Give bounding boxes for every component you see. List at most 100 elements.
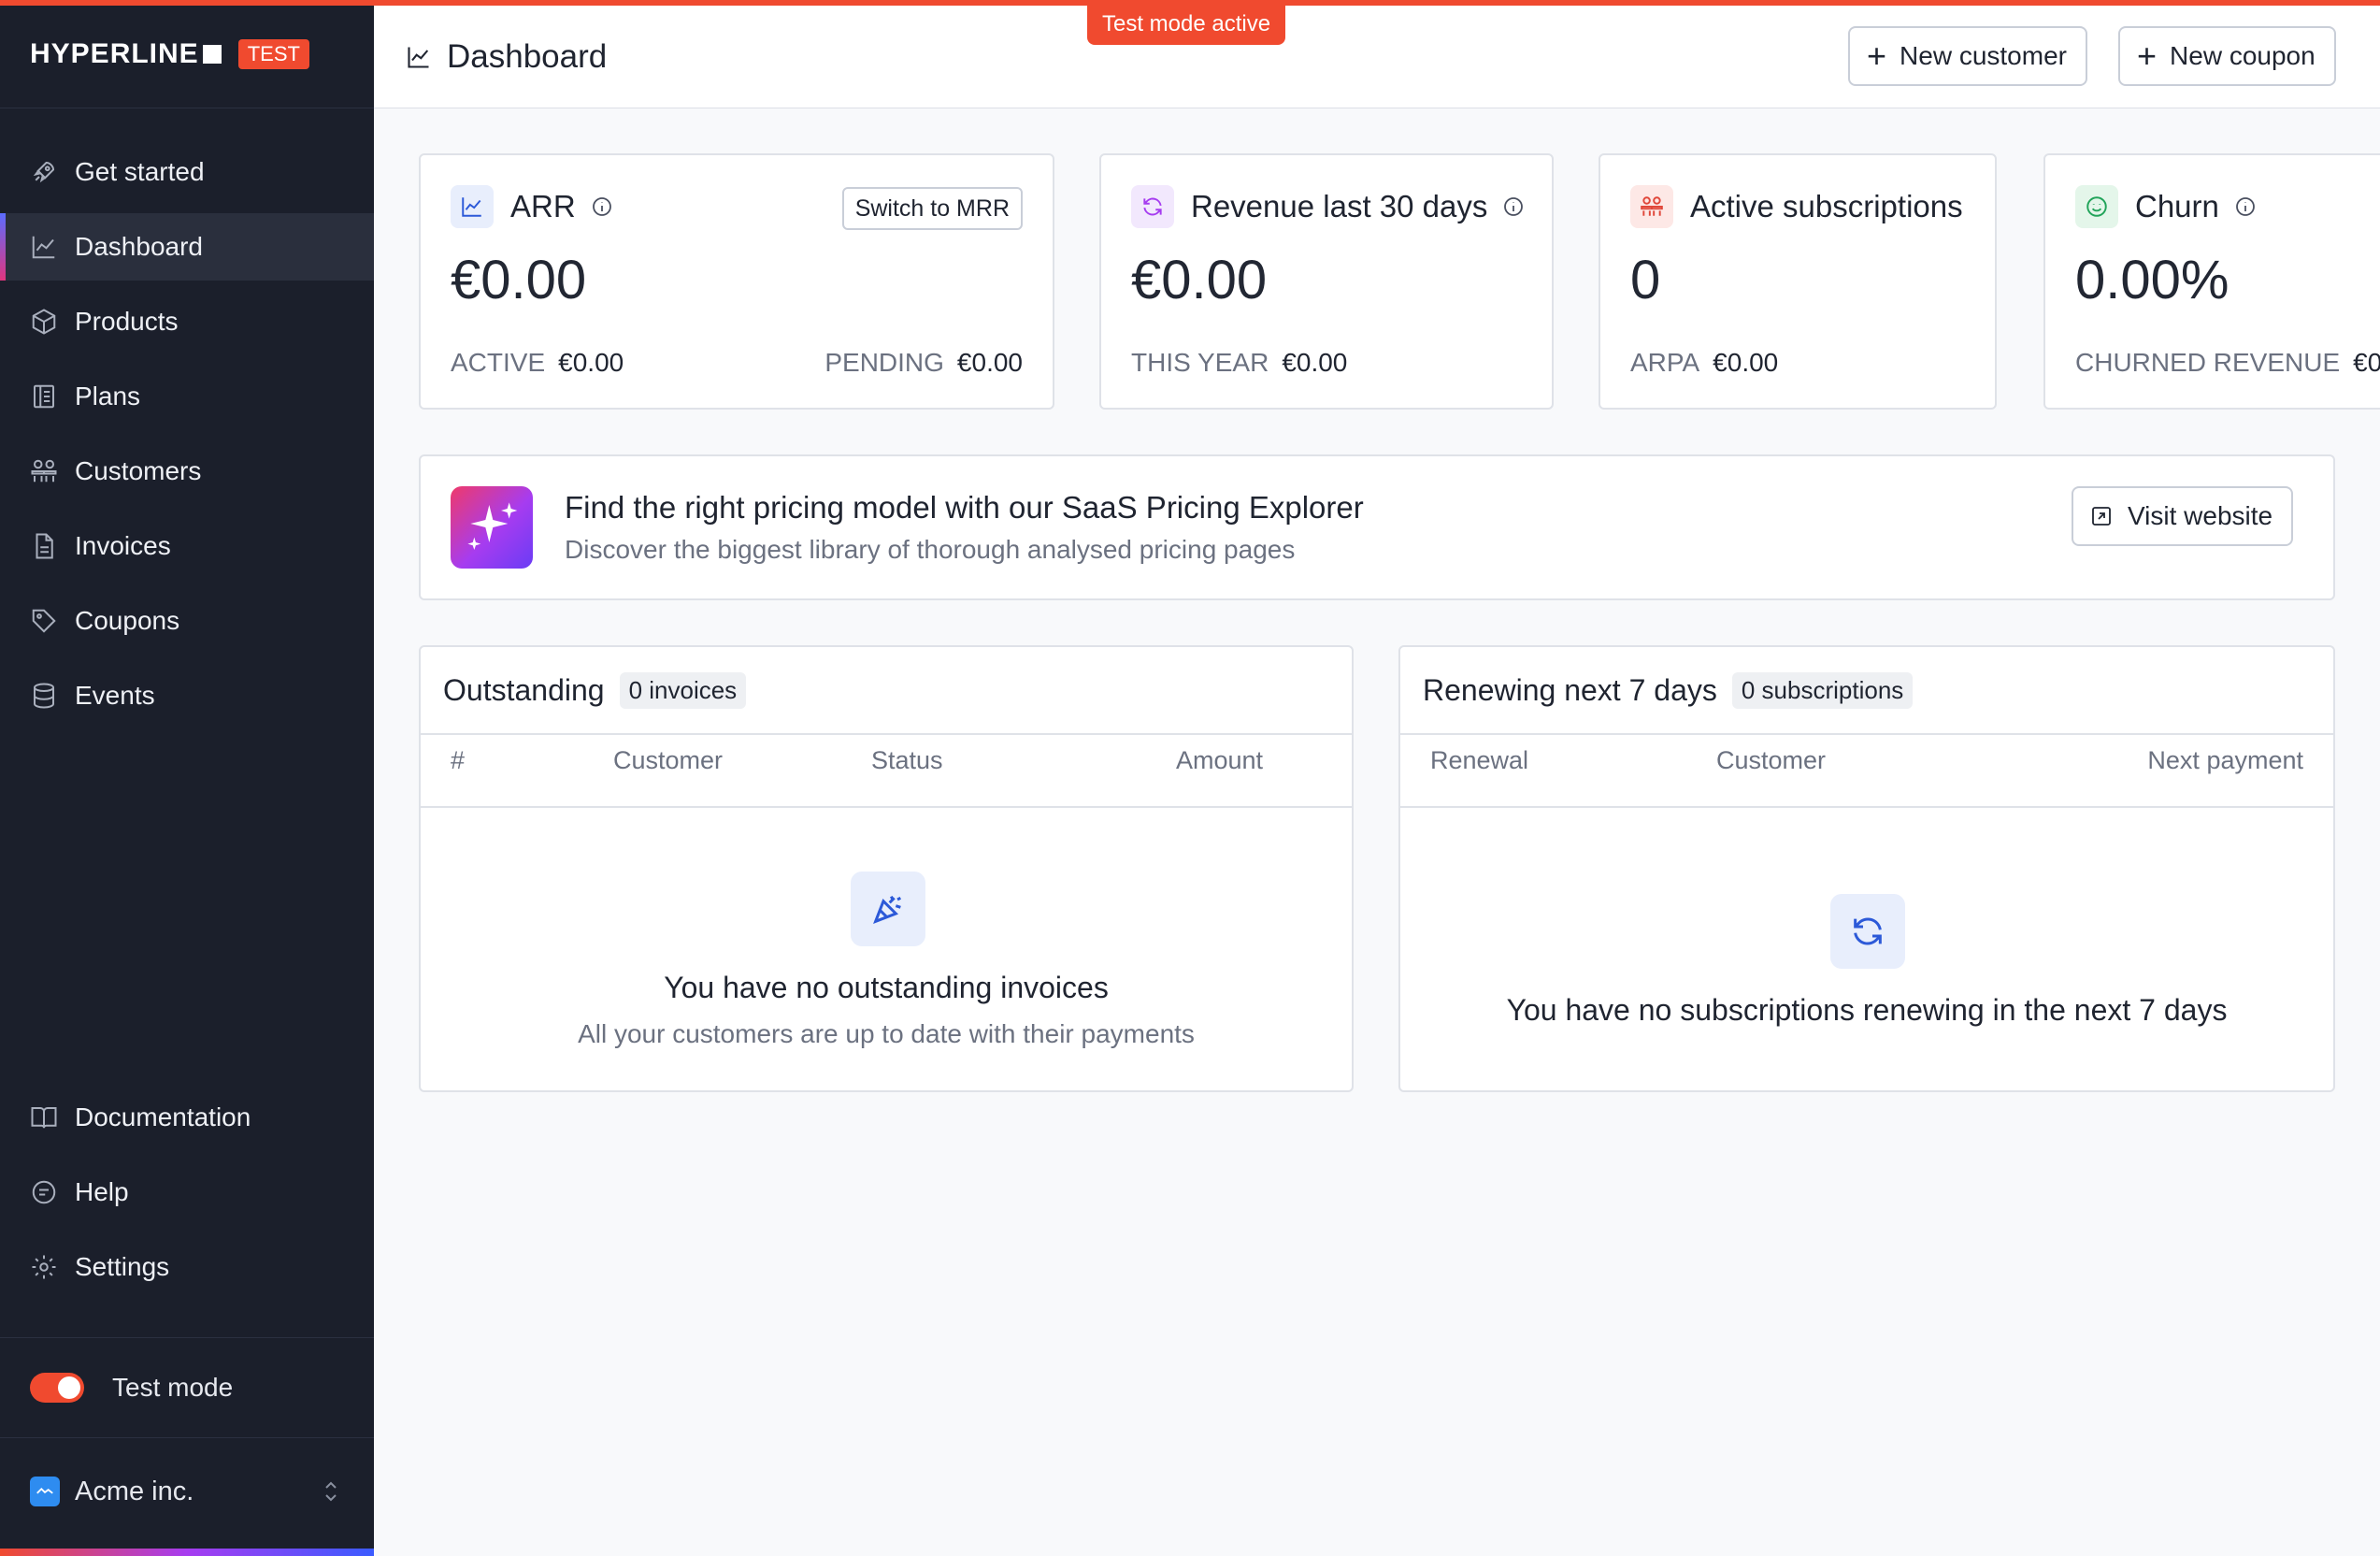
kpi-card-arr: ARR Switch to MRR €0.00 ACTIVE €0.00 PEND…: [419, 153, 1054, 410]
sidebar-item-get-started[interactable]: Get started: [0, 138, 374, 206]
column-header-renewal[interactable]: Renewal: [1430, 746, 1528, 775]
kpi-title-text: Churn: [2135, 189, 2219, 223]
sidebar-item-coupons[interactable]: Coupons: [0, 587, 374, 655]
refresh-icon: [1131, 185, 1174, 228]
book-icon: [31, 1107, 57, 1129]
outstanding-title: Outstanding: [443, 672, 605, 707]
outstanding-panel: Outstanding 0 invoices # Customer Status…: [419, 645, 1354, 1092]
empty-state-title: You have no outstanding invoices: [664, 971, 1109, 1004]
column-header-number[interactable]: #: [451, 746, 465, 775]
sidebar-item-label: Coupons: [75, 606, 180, 635]
kpi-title-revenue: Revenue last 30 days: [1131, 185, 1525, 228]
sidebar-item-help[interactable]: Help: [0, 1162, 374, 1222]
kpi-title-arr: ARR: [451, 185, 613, 228]
chart-line-icon: [451, 185, 494, 228]
kpi-value-churn: 0.00%: [2075, 250, 2229, 310]
sidebar-item-label: Customers: [75, 456, 202, 485]
party-popper-icon: [851, 872, 925, 946]
kpi-year-value: €0.00: [1282, 348, 1348, 377]
sidebar: HYPERLINE TEST Get started Dashboard Pro…: [0, 0, 374, 1556]
switch-to-mrr-button[interactable]: Switch to MRR: [841, 187, 1023, 230]
sidebar-item-plans[interactable]: Plans: [0, 363, 374, 430]
kpi-value-revenue: €0.00: [1131, 250, 1268, 310]
kpi-this-year: THIS YEAR €0.00: [1131, 348, 1347, 378]
sidebar-item-label: Dashboard: [75, 232, 203, 261]
visit-website-label: Visit website: [2128, 501, 2273, 530]
info-icon[interactable]: [591, 195, 613, 218]
kpi-value-arr: €0.00: [451, 250, 587, 310]
org-switcher[interactable]: Acme inc.: [0, 1440, 374, 1543]
plan-icon: [34, 384, 54, 409]
table-divider: [1400, 806, 2333, 808]
new-coupon-label: New coupon: [2170, 41, 2315, 70]
sidebar-item-invoices[interactable]: Invoices: [0, 512, 374, 580]
plus-icon: +: [2137, 36, 2158, 75]
column-header-customer[interactable]: Customer: [613, 746, 723, 775]
brand-logo-text: HYPERLINE: [30, 37, 199, 69]
brand-square-icon: [202, 44, 222, 64]
info-icon[interactable]: [1502, 195, 1525, 218]
sidebar-item-label: Plans: [75, 382, 141, 411]
kpi-churned-label: CHURNED REVENUE: [2075, 348, 2341, 377]
box-icon: [32, 309, 56, 335]
test-mode-row: Test mode: [0, 1337, 374, 1438]
renewing-title: Renewing next 7 days: [1423, 672, 1717, 707]
new-coupon-button[interactable]: + New coupon: [2118, 26, 2336, 86]
sidebar-item-products[interactable]: Products: [0, 288, 374, 355]
new-customer-label: New customer: [1900, 41, 2067, 70]
kpi-title-subscriptions: Active subscriptions: [1630, 185, 1963, 228]
kpi-pending-value: €0.00: [956, 348, 1023, 377]
renewing-header: Renewing next 7 days 0 subscriptions: [1400, 647, 2333, 735]
sidebar-item-customers[interactable]: Customers: [0, 438, 374, 505]
info-icon[interactable]: [2234, 195, 2257, 218]
users-icon: [31, 459, 57, 483]
page-title: Dashboard: [447, 37, 608, 75]
org-name: Acme inc.: [75, 1476, 194, 1506]
users-icon: [1630, 185, 1673, 228]
empty-state-subtitle: All your customers are up to date with t…: [578, 1019, 1195, 1048]
kpi-active: ACTIVE €0.00: [451, 348, 624, 378]
sidebar-item-label: Get started: [75, 157, 205, 186]
renewing-count-badge: 0 subscriptions: [1731, 671, 1914, 709]
column-header-amount[interactable]: Amount: [1176, 746, 1263, 775]
sidebar-item-dashboard[interactable]: Dashboard: [0, 213, 374, 281]
rocket-icon: [33, 161, 55, 183]
column-header-next-payment[interactable]: Next payment: [2147, 746, 2303, 775]
kpi-title-text: ARR: [510, 189, 576, 223]
kpi-churned-revenue: CHURNED REVENUE €0.: [2075, 348, 2380, 378]
sidebar-item-label: Settings: [75, 1252, 170, 1281]
sidebar-item-settings[interactable]: Settings: [0, 1237, 374, 1297]
new-customer-button[interactable]: + New customer: [1848, 26, 2087, 86]
column-header-status[interactable]: Status: [871, 746, 943, 775]
sidebar-item-label: Help: [75, 1177, 129, 1206]
brand[interactable]: HYPERLINE TEST: [0, 0, 374, 108]
sidebar-nav: Get started Dashboard Products Plans Cus…: [0, 108, 374, 729]
test-mode-label: Test mode: [112, 1373, 234, 1402]
document-icon: [36, 533, 53, 559]
renewing-panel: Renewing next 7 days 0 subscriptions Ren…: [1398, 645, 2335, 1092]
sidebar-item-events[interactable]: Events: [0, 662, 374, 729]
plus-icon: +: [1867, 36, 1887, 75]
tag-icon: [32, 609, 56, 633]
kpi-card-churn: Churn 0.00% CHURNED REVENUE €0.: [2043, 153, 2380, 410]
page-header: Dashboard + New customer + New coupon: [374, 6, 2380, 108]
test-mode-toggle[interactable]: [30, 1373, 84, 1403]
kpi-title-text: Revenue last 30 days: [1191, 189, 1488, 223]
kpi-pending: PENDING €0.00: [824, 348, 1023, 378]
chat-icon: [32, 1180, 56, 1204]
sidebar-item-label: Products: [75, 307, 179, 336]
column-header-customer[interactable]: Customer: [1716, 746, 1826, 775]
sidebar-gradient-bar: [0, 1549, 374, 1556]
kpi-pending-label: PENDING: [824, 348, 944, 377]
outstanding-header: Outstanding 0 invoices: [421, 647, 1352, 735]
sidebar-item-label: Documentation: [75, 1102, 251, 1131]
kpi-active-value: €0.00: [558, 348, 624, 377]
kpi-arpa-label: ARPA: [1630, 348, 1700, 377]
empty-state-title: You have no subscriptions renewing in th…: [1506, 993, 2228, 1027]
kpi-title-churn: Churn: [2075, 185, 2257, 228]
kpi-active-label: ACTIVE: [451, 348, 546, 377]
gear-icon: [32, 1255, 56, 1279]
kpi-arpa: ARPA €0.00: [1630, 348, 1778, 378]
sidebar-item-documentation[interactable]: Documentation: [0, 1088, 374, 1147]
visit-website-button[interactable]: Visit website: [2072, 486, 2294, 546]
